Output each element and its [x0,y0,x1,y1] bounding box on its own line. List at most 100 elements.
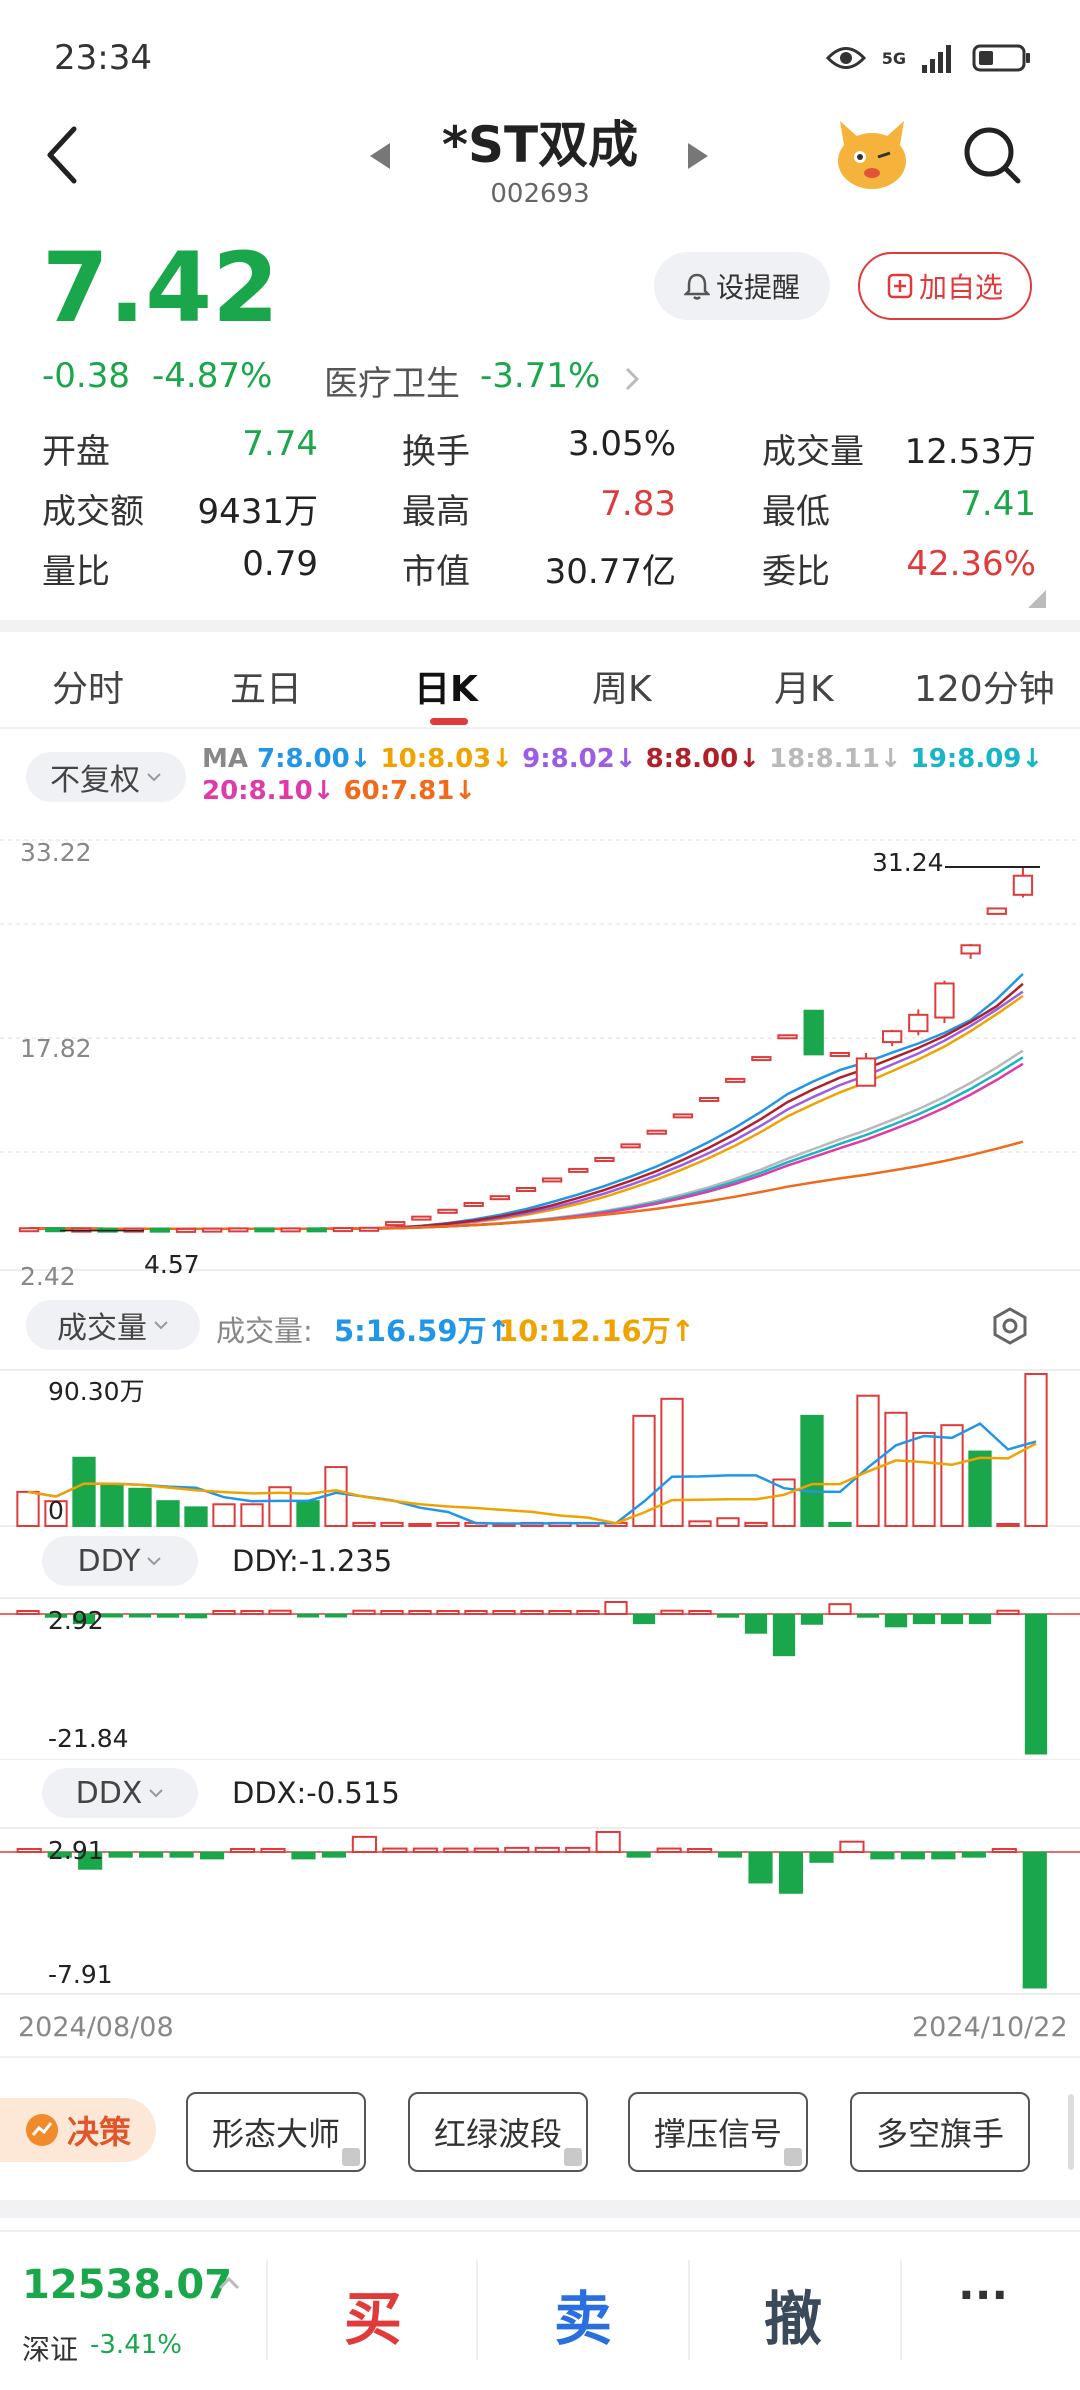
tab-0[interactable]: 分时 [52,660,124,712]
ddx-bar [504,1846,530,1854]
expand-corner-icon[interactable] [1028,590,1046,608]
ddy-bar [968,1613,992,1625]
ddx-dropdown-label: DDX [75,1775,143,1811]
volume-bar [16,1490,40,1527]
add-watchlist-button[interactable]: 加自选 [858,252,1032,320]
sector-name[interactable]: 医疗卫生 [324,356,460,405]
chevron-up-icon[interactable] [218,2276,240,2290]
volume-bar [688,1520,712,1528]
ddx-bar [139,1851,164,1858]
sell-button[interactable]: 卖 [554,2272,612,2356]
next-stock-icon[interactable] [686,141,710,171]
ddy-bar [128,1613,152,1618]
volume-bar [184,1506,208,1528]
ddy-dropdown[interactable]: DDY [42,1536,198,1586]
ddx-dropdown[interactable]: DDX [42,1768,198,1818]
volume-bar [100,1483,124,1528]
ddx-bar [16,1848,42,1853]
chevron-down-icon [147,773,161,782]
volume-bar [996,1523,1020,1527]
ddy-bar [604,1601,628,1615]
tool-button-3[interactable]: 多空旗手 [850,2092,1030,2172]
ddx-bar [961,1851,986,1858]
ddx-bar [778,1851,804,1894]
ddy-bar [268,1609,292,1615]
stat-value-4: 7.83 [600,484,676,524]
tool-button-1[interactable]: 红绿波段 [408,2092,588,2172]
ddx-bar [748,1851,773,1884]
sector-change-pct[interactable]: -3.71% [480,356,600,396]
volume-bar [240,1503,264,1528]
volume-bar [940,1424,964,1527]
ddy-bar [16,1610,40,1615]
candle-body [908,1013,929,1033]
tab-2[interactable]: 日K [414,660,478,712]
candlestick-chart[interactable] [0,826,1080,1296]
section-divider [0,620,1080,632]
ddx-bar [351,1835,377,1853]
tab-4[interactable]: 月K [774,660,834,712]
index-pct: -3.41% [90,2330,182,2360]
stat-value-2: 12.53万 [904,432,1036,472]
candle-body [228,1227,249,1233]
ddy-chart[interactable] [0,1590,1080,1760]
volume-bar [716,1517,740,1528]
cancel-order-button[interactable]: 撤 [764,2272,822,2356]
tab-5[interactable]: 120分钟 [914,660,1055,712]
price-axis-bottom: 2.42 [20,1262,76,1291]
ddy-bar [688,1610,712,1615]
volume-bar [744,1521,768,1528]
index-value[interactable]: 12538.07 [22,2262,232,2308]
tool-button-2[interactable]: 撑压信号 [628,2092,808,2172]
volume-bar [660,1397,684,1527]
candle-body [18,1227,40,1233]
tab-3[interactable]: 周K [592,660,652,712]
candle-body [751,1056,772,1062]
tool-button-0[interactable]: 形态大师 [186,2092,366,2172]
lock-icon [784,2148,802,2166]
ddx-bar [839,1840,865,1853]
chevron-right-icon[interactable] [624,366,640,392]
mascot-icon[interactable] [832,115,912,195]
candle-body [646,1129,667,1135]
set-alert-button[interactable]: 设提醒 [654,252,830,320]
ddx-chart[interactable] [0,1820,1080,1995]
volume-chart[interactable] [0,1360,1080,1530]
tab-1[interactable]: 五日 [230,660,302,712]
ma-line-3 [29,982,1024,1231]
ma-line-6 [29,1062,1024,1231]
stat-value-6: 0.79 [242,544,318,584]
ddy-bar [716,1613,740,1618]
stock-header: *ST双成 002693 [0,95,1080,225]
status-time: 23:34 [54,38,152,78]
ddy-bar [184,1613,208,1619]
ddx-bar [412,1847,438,1853]
ddy-bar [520,1610,544,1615]
adjust-dropdown[interactable]: 不复权 [26,752,186,802]
candle-body [202,1227,223,1233]
volume-dropdown[interactable]: 成交量 [26,1300,200,1350]
decision-button[interactable]: 决策 [0,2098,156,2162]
candle-body [594,1157,615,1162]
adjust-label: 不复权 [50,763,140,798]
ma-legend-line2[interactable]: 20:8.10↓ 60:7.81↓ [202,776,476,806]
ddx-bar [199,1851,225,1860]
more-button[interactable]: ··· [958,2270,1008,2321]
candle-body [175,1227,197,1233]
volume-bar [128,1487,152,1528]
candle-body [358,1226,380,1232]
ddx-axis-top: 2.91 [48,1836,104,1865]
volume-bar [408,1523,432,1527]
battery-icon [972,44,1030,72]
ma-legend-line1[interactable]: MA 7:8.00↓ 10:8.03↓ 9:8.02↓ 8:8.00↓ 18:8… [202,744,1043,774]
search-icon[interactable] [962,125,1022,185]
ddy-bar [856,1613,880,1618]
buy-button[interactable]: 买 [344,2272,402,2356]
ddx-bar [443,1847,469,1853]
settings-icon[interactable] [990,1306,1030,1346]
ddx-bar [991,1848,1017,1853]
ddy-bar [1024,1613,1048,1755]
ddy-bar [464,1610,488,1615]
candle-body [829,1052,851,1057]
ddx-bar [565,1846,591,1854]
